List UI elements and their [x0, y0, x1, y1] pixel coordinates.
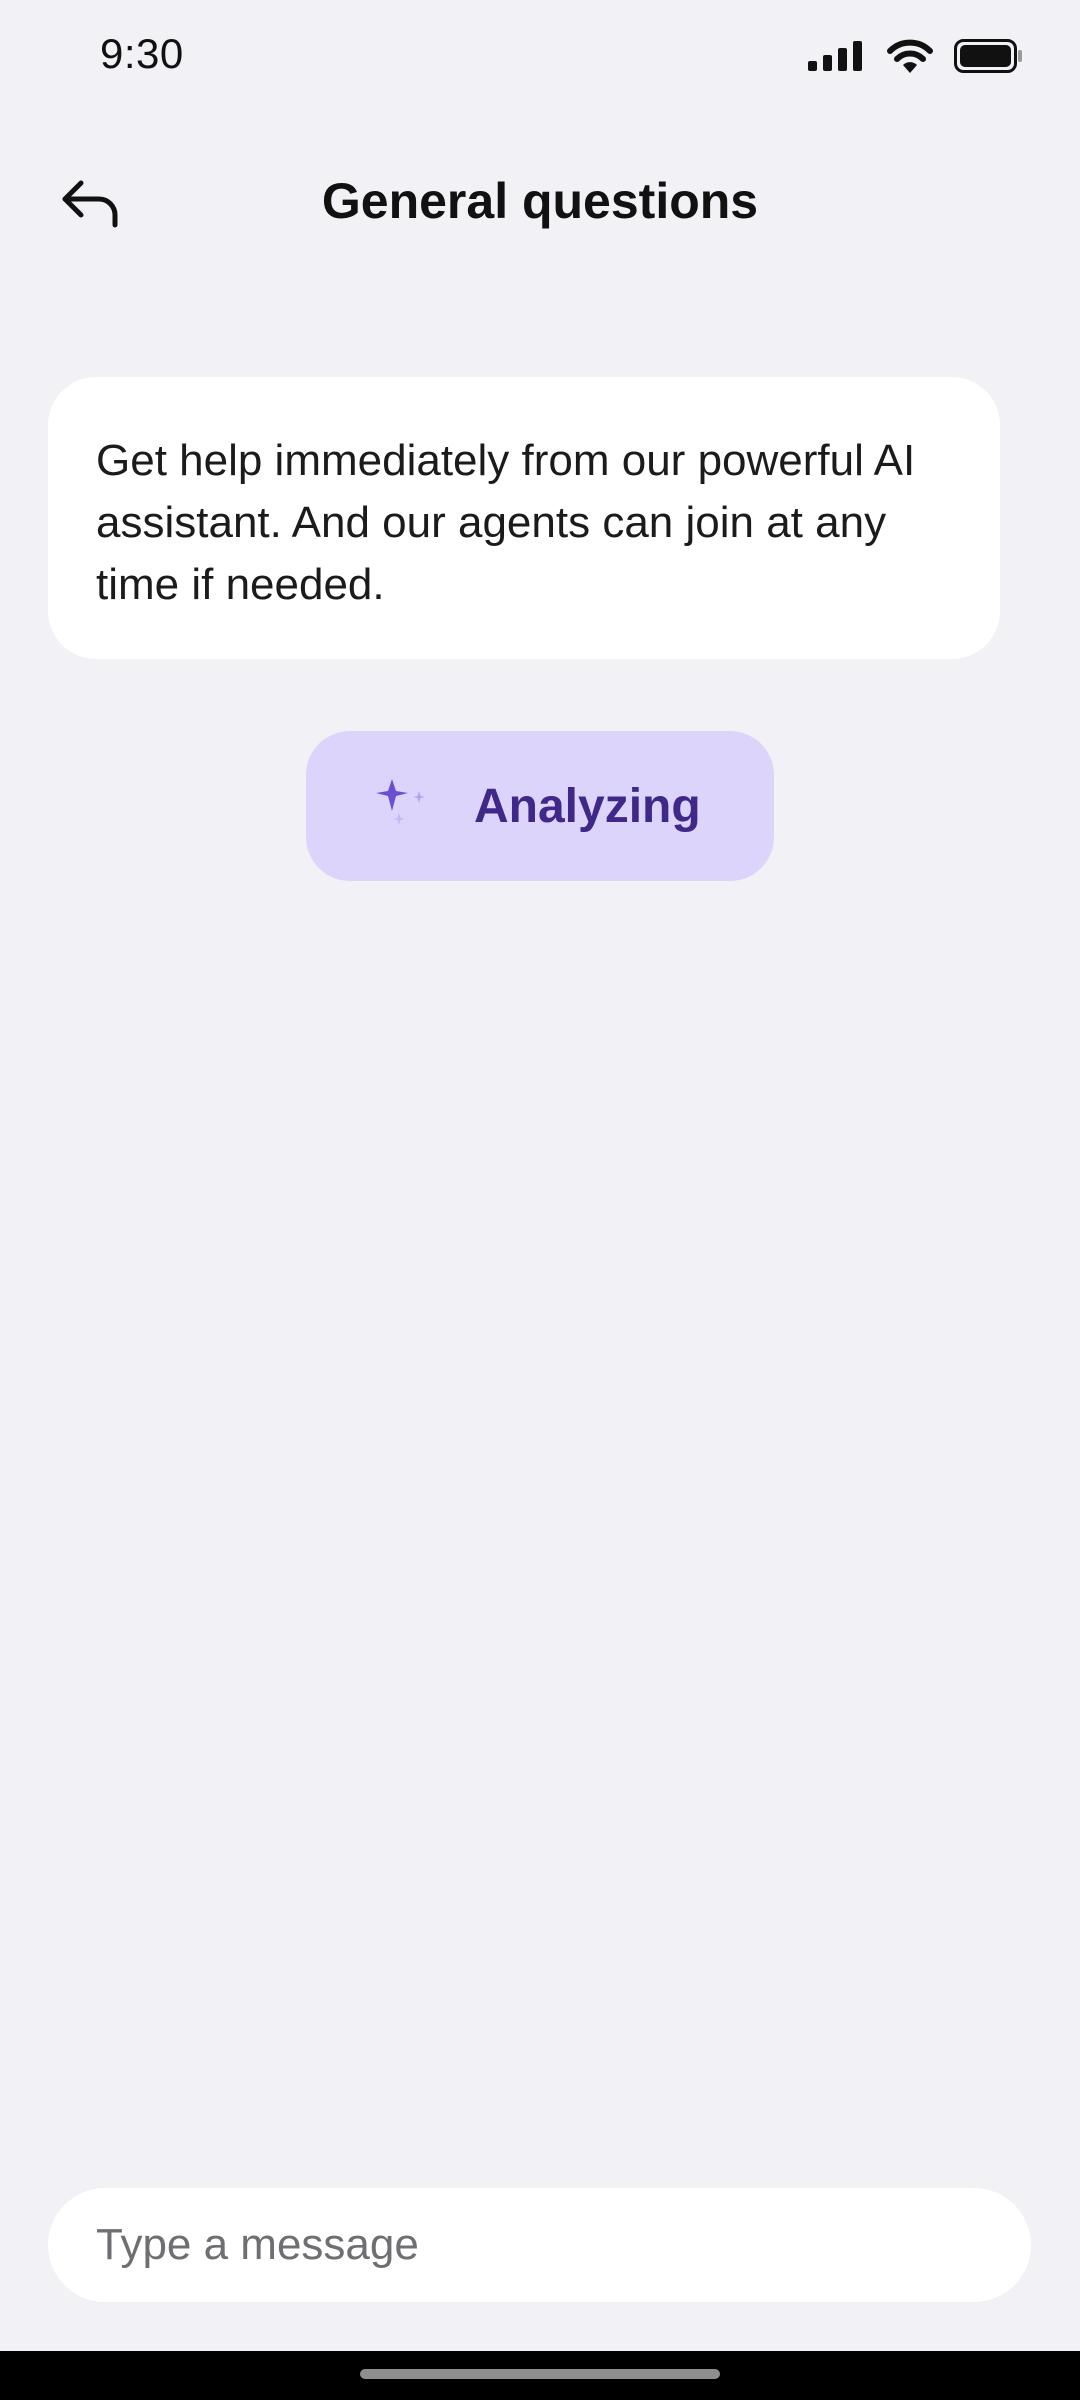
page-title: General questions — [321, 173, 759, 229]
status-icons — [808, 36, 1024, 76]
message-composer — [48, 2188, 1031, 2302]
status-time: 9:30 — [100, 30, 184, 77]
message-input[interactable] — [96, 2188, 976, 2302]
wifi-icon — [887, 39, 933, 73]
analyzing-label: Analyzing — [474, 779, 701, 833]
battery-icon — [954, 39, 1022, 73]
status-bar: 9:30 — [0, 0, 1080, 112]
header: General questions — [0, 150, 1080, 260]
analyzing-status-chip: Analyzing — [306, 731, 774, 881]
signal-icon — [808, 41, 862, 71]
assistant-message-text: Get help immediately from our powerful A… — [96, 436, 916, 609]
assistant-message-bubble: Get help immediately from our powerful A… — [48, 377, 1000, 659]
system-nav-bar — [0, 2351, 1080, 2400]
home-indicator[interactable] — [360, 2369, 720, 2379]
sparkle-icon — [376, 779, 425, 825]
